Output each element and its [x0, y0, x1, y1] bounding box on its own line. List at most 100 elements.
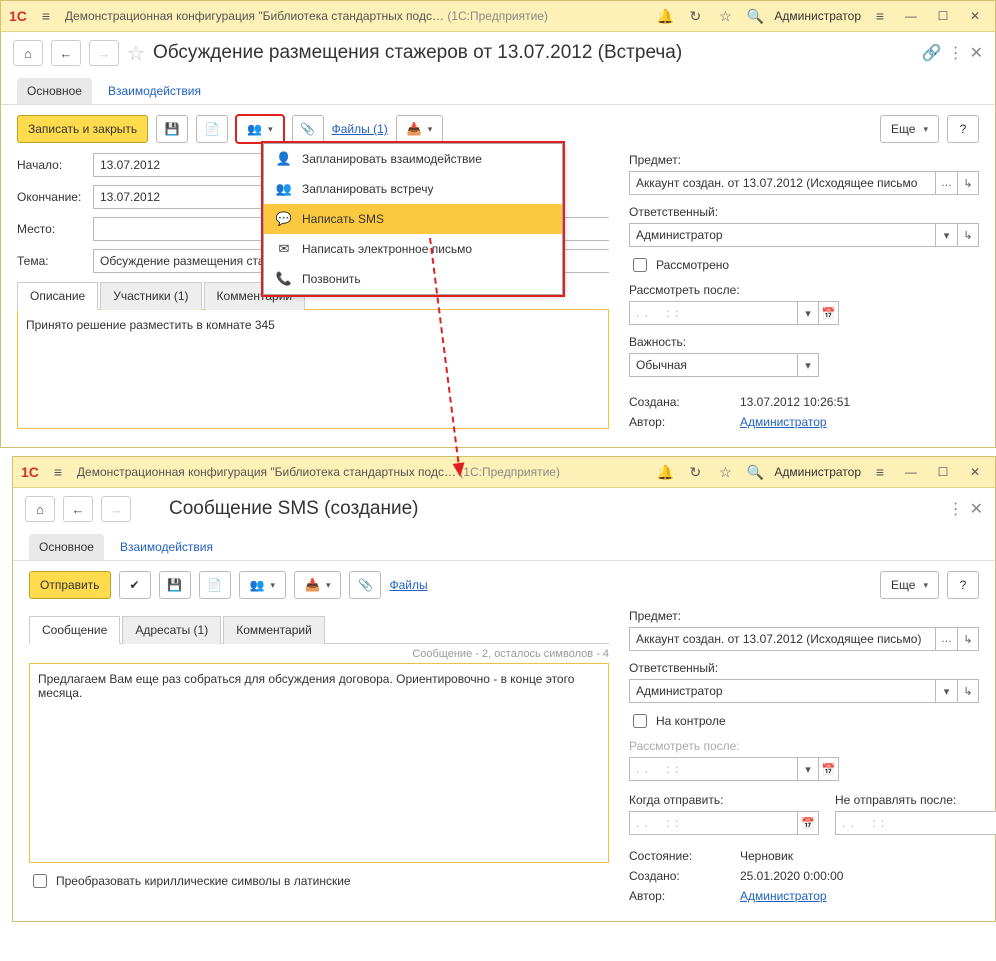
doc-button[interactable]: 📄 [196, 115, 228, 143]
chevron-down-icon[interactable]: ▾ [797, 353, 819, 377]
star-icon[interactable]: ☆ [714, 461, 736, 483]
calendar-icon[interactable]: 📅 [797, 811, 819, 835]
open-icon[interactable]: ↳ [957, 171, 979, 195]
close-form-icon[interactable]: ✕ [970, 499, 983, 519]
tab-interactions[interactable]: Взаимодействия [110, 534, 223, 560]
importance-input[interactable] [629, 353, 797, 377]
star-icon[interactable]: ☆ [714, 5, 736, 27]
when-send-input[interactable] [629, 811, 797, 835]
section-tabs: Основное Взаимодействия [13, 530, 995, 561]
label-author: Автор: [629, 415, 734, 429]
user-label[interactable]: Администратор [774, 465, 861, 479]
tab-comment[interactable]: Комментарий [223, 616, 325, 644]
home-button[interactable]: ⌂ [25, 496, 55, 522]
tab-main[interactable]: Основное [29, 534, 104, 560]
subject-input[interactable] [629, 171, 935, 195]
minimize-icon[interactable]: — [899, 5, 923, 27]
search-icon[interactable]: 🔍 [744, 461, 766, 483]
attach-button[interactable]: 📎 [349, 571, 381, 599]
tab-participants[interactable]: Участники (1) [100, 282, 201, 310]
responsible-input[interactable] [629, 223, 935, 247]
help-button[interactable]: ? [947, 571, 979, 599]
author-link[interactable]: Администратор [740, 889, 827, 903]
subject-input[interactable] [629, 627, 935, 651]
user-label[interactable]: Администратор [774, 9, 861, 23]
menu-icon[interactable]: ≡ [35, 5, 57, 27]
transliterate-checkbox[interactable]: Преобразовать кириллические символы в ла… [29, 871, 609, 891]
ellipsis-icon[interactable]: … [935, 171, 957, 195]
forward-button[interactable]: → [101, 496, 131, 522]
history-icon[interactable]: ↻ [684, 5, 706, 27]
start-input[interactable] [93, 153, 261, 177]
tab-interactions[interactable]: Взаимодействия [98, 78, 211, 104]
maximize-icon[interactable]: ☐ [931, 5, 955, 27]
history-icon[interactable]: ↻ [684, 461, 706, 483]
chevron-down-icon: ▾ [797, 757, 818, 781]
search-icon[interactable]: 🔍 [744, 5, 766, 27]
close-icon[interactable]: ✕ [963, 461, 987, 483]
check-button[interactable]: ✔ [119, 571, 151, 599]
bell-icon[interactable]: 🔔 [654, 461, 676, 483]
files-link[interactable]: Файлы [389, 578, 427, 592]
no-send-after-input[interactable] [835, 811, 996, 835]
minimize-icon[interactable]: — [899, 461, 923, 483]
chevron-down-icon[interactable]: ▾ [935, 679, 957, 703]
back-button[interactable]: ← [63, 496, 93, 522]
bell-icon[interactable]: 🔔 [654, 5, 676, 27]
tab-main[interactable]: Основное [17, 78, 92, 104]
tab-description[interactable]: Описание [17, 282, 98, 310]
review-after-input[interactable] [629, 301, 797, 325]
label-created: Создана: [629, 395, 734, 409]
favorite-star-icon[interactable]: ☆ [127, 41, 145, 66]
send-button[interactable]: Отправить [29, 571, 111, 599]
open-icon[interactable]: ↳ [957, 223, 979, 247]
help-button[interactable]: ? [947, 115, 979, 143]
chevron-down-icon[interactable]: ▾ [935, 223, 957, 247]
files-link[interactable]: Файлы (1) [332, 122, 388, 136]
menu-plan-meeting[interactable]: 👥 Запланировать встречу [264, 174, 562, 204]
save-button[interactable]: 💾 [159, 571, 191, 599]
chevron-down-icon[interactable]: ▾ [797, 301, 818, 325]
menu-write-email[interactable]: ✉ Написать электронное письмо [264, 234, 562, 264]
tab-message[interactable]: Сообщение [29, 616, 120, 644]
more-vert-icon[interactable]: ⋮ [948, 43, 964, 63]
message-text[interactable]: Предлагаем Вам еще раз собраться для обс… [29, 663, 609, 863]
people-dropdown[interactable]: 👥▾ [239, 571, 286, 599]
more-vert-icon[interactable]: ⋮ [948, 499, 964, 519]
end-input[interactable] [93, 185, 261, 209]
maximize-icon[interactable]: ☐ [931, 461, 955, 483]
description-text[interactable]: Принято решение разместить в комнате 345 [17, 309, 609, 429]
close-form-icon[interactable]: ✕ [970, 43, 983, 63]
doc-button[interactable]: 📄 [199, 571, 231, 599]
responsible-input[interactable] [629, 679, 935, 703]
more-button[interactable]: Еще [880, 115, 939, 143]
menu-write-sms[interactable]: 💬 Написать SMS [264, 204, 562, 234]
reviewed-checkbox[interactable]: Рассмотрено [629, 255, 979, 275]
close-icon[interactable]: ✕ [963, 5, 987, 27]
menu-call[interactable]: 📞 Позвонить [264, 264, 562, 294]
create-interaction-dropdown[interactable]: 👥▾ [236, 115, 283, 143]
open-icon[interactable]: ↳ [957, 627, 979, 651]
tab-recipients[interactable]: Адресаты (1) [122, 616, 221, 644]
calendar-icon[interactable]: 📅 [818, 301, 839, 325]
settings-icon[interactable]: ≡ [869, 461, 891, 483]
link-icon[interactable]: 🔗 [922, 43, 942, 63]
on-control-checkbox[interactable]: На контроле [629, 711, 979, 731]
extra-dropdown[interactable]: 📥▾ [396, 115, 443, 143]
home-button[interactable]: ⌂ [13, 40, 43, 66]
person-plus-icon: 👤 [276, 151, 292, 167]
menu-icon[interactable]: ≡ [47, 461, 69, 483]
ellipsis-icon[interactable]: … [935, 627, 957, 651]
settings-icon[interactable]: ≡ [869, 5, 891, 27]
menu-plan-interaction[interactable]: 👤 Запланировать взаимодействие [264, 144, 562, 174]
author-link[interactable]: Администратор [740, 415, 827, 429]
forward-button[interactable]: → [89, 40, 119, 66]
open-icon[interactable]: ↳ [957, 679, 979, 703]
attach-button[interactable]: 📎 [292, 115, 324, 143]
more-button[interactable]: Еще [880, 571, 939, 599]
back-button[interactable]: ← [51, 40, 81, 66]
save-button[interactable]: 💾 [156, 115, 188, 143]
extra-dropdown[interactable]: 📥▾ [294, 571, 341, 599]
label-responsible: Ответственный: [629, 205, 979, 219]
write-close-button[interactable]: Записать и закрыть [17, 115, 148, 143]
